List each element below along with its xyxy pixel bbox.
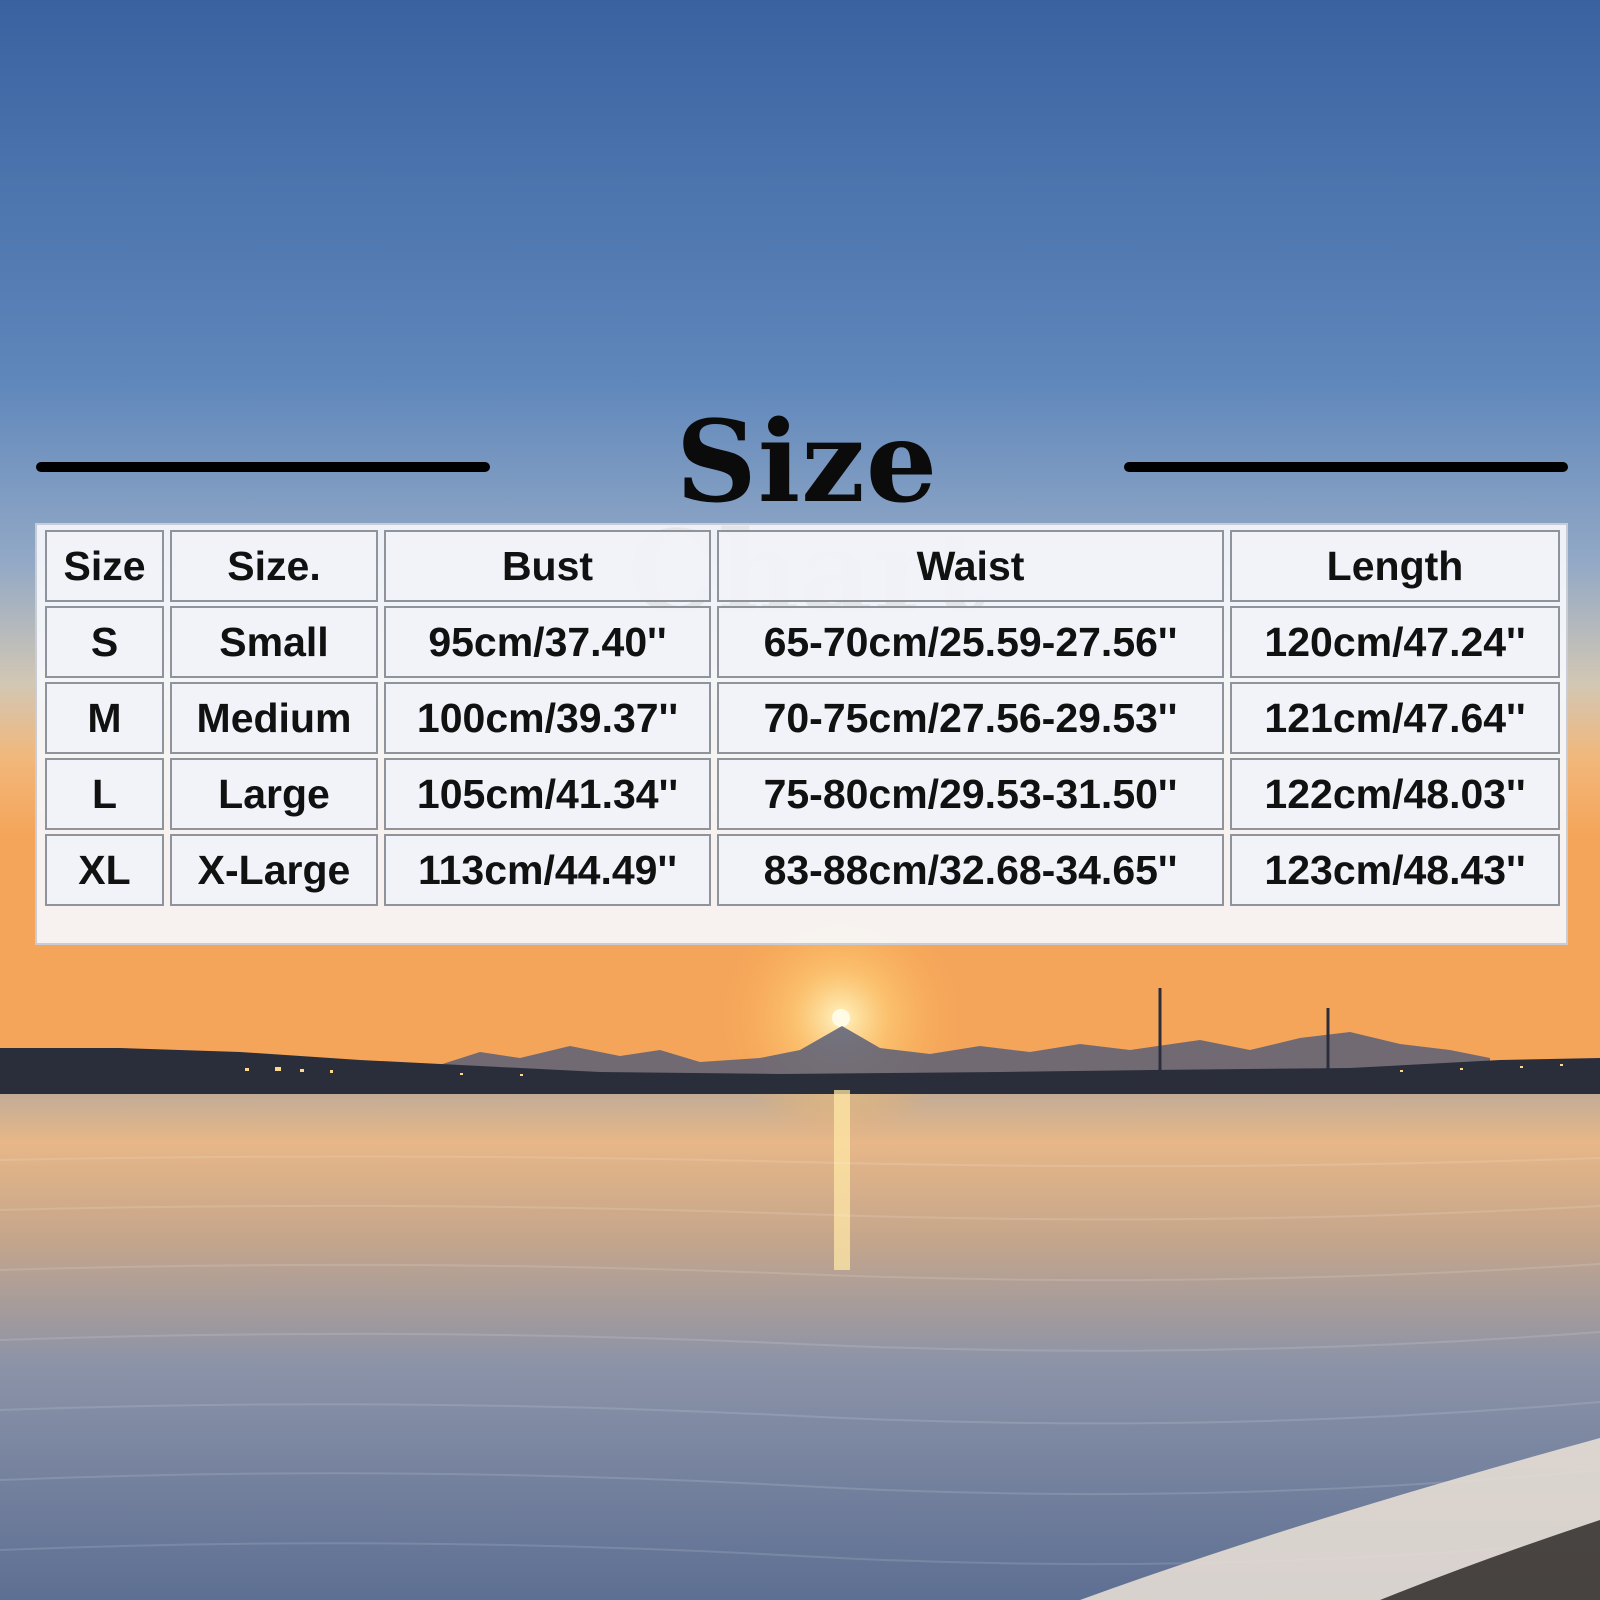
title-rule-right — [1124, 462, 1568, 472]
cell-bust: 100cm/39.37'' — [384, 682, 711, 754]
sun-reflection — [834, 1090, 850, 1270]
table-row: L Large 105cm/41.34'' 75-80cm/29.53-31.5… — [45, 758, 1560, 830]
cell-waist: 70-75cm/27.56-29.53'' — [717, 682, 1224, 754]
cell-size: M — [45, 682, 164, 754]
cell-size: XL — [45, 834, 164, 906]
header-size-name: Size. — [170, 530, 378, 602]
cell-bust: 113cm/44.49'' — [384, 834, 711, 906]
cell-bust: 95cm/37.40'' — [384, 606, 711, 678]
cell-size-name: X-Large — [170, 834, 378, 906]
table-row: S Small 95cm/37.40'' 65-70cm/25.59-27.56… — [45, 606, 1560, 678]
header-size: Size — [45, 530, 164, 602]
cell-waist: 75-80cm/29.53-31.50'' — [717, 758, 1224, 830]
table-row: M Medium 100cm/39.37'' 70-75cm/27.56-29.… — [45, 682, 1560, 754]
table-row: XL X-Large 113cm/44.49'' 83-88cm/32.68-3… — [45, 834, 1560, 906]
header-waist: Waist — [717, 530, 1224, 602]
cell-waist: 83-88cm/32.68-34.65'' — [717, 834, 1224, 906]
cell-length: 120cm/47.24'' — [1230, 606, 1560, 678]
header-bust: Bust — [384, 530, 711, 602]
cell-size-name: Medium — [170, 682, 378, 754]
sun — [832, 1009, 850, 1027]
cell-size-name: Large — [170, 758, 378, 830]
cell-size: L — [45, 758, 164, 830]
header-length: Length — [1230, 530, 1560, 602]
size-chart-table: Size Size. Bust Waist Length S Small 95c… — [35, 523, 1568, 945]
cell-length: 122cm/48.03'' — [1230, 758, 1560, 830]
title-rule-left — [36, 462, 490, 472]
cell-length: 123cm/48.43'' — [1230, 834, 1560, 906]
cell-size: S — [45, 606, 164, 678]
table-header-row: Size Size. Bust Waist Length — [45, 530, 1560, 602]
cell-waist: 65-70cm/25.59-27.56'' — [717, 606, 1224, 678]
cell-bust: 105cm/41.34'' — [384, 758, 711, 830]
cell-size-name: Small — [170, 606, 378, 678]
cell-length: 121cm/47.64'' — [1230, 682, 1560, 754]
